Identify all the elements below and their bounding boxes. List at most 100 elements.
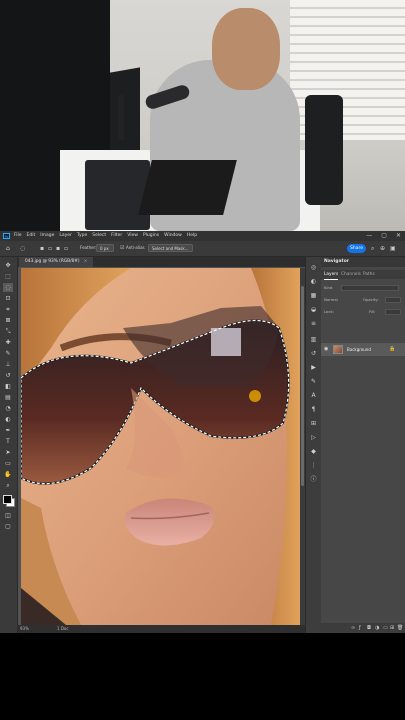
new-selection-icon[interactable]: ▪ xyxy=(40,245,44,252)
photoshop-window: Ps File Edit Image Layer Type Select Fil… xyxy=(0,231,405,633)
brushes-icon[interactable]: ✎ xyxy=(309,377,318,386)
fx-icon[interactable]: ƒ xyxy=(359,623,361,633)
eraser-icon[interactable]: ◧ xyxy=(3,382,13,391)
document-tab-bar: 043.jpg @ 93% (RGB/8#) × xyxy=(17,257,305,267)
fill-field[interactable] xyxy=(385,309,401,315)
close-tab-icon[interactable]: × xyxy=(84,259,88,264)
menu-type[interactable]: Type xyxy=(77,231,87,241)
select-and-mask-button[interactable]: Select and Mask... xyxy=(148,244,193,252)
menu-filter[interactable]: Filter xyxy=(111,231,122,241)
layer-filter-field[interactable] xyxy=(341,285,399,291)
antialias-checkbox[interactable]: ☑ xyxy=(120,245,124,252)
tools-panel: ✥ ⬚ ◌ ⊡ ⌗ ⊠ ⤡ ✚ ✎ ⊥ ↺ ◧ ▤ ◔ ◐ ✒ T ➤ ▭ ✋ … xyxy=(0,257,18,633)
link-icon[interactable]: ∞ xyxy=(351,623,355,633)
new-layer-icon[interactable]: ⊞ xyxy=(390,623,394,633)
glyphs-icon[interactable]: ⊞ xyxy=(309,419,318,428)
type-tool-icon[interactable]: T xyxy=(3,437,13,446)
search-icon[interactable]: ⌕ xyxy=(371,245,374,252)
patterns-icon[interactable]: ⋮ xyxy=(309,461,318,470)
menu-layer[interactable]: Layer xyxy=(59,231,72,241)
share-button[interactable]: Share xyxy=(347,244,366,253)
zoom-level[interactable]: 93% xyxy=(20,625,29,633)
info-icon[interactable]: ⓘ xyxy=(309,475,318,484)
quick-mask-icon[interactable]: ◫ xyxy=(3,511,13,520)
foreground-color-swatch[interactable] xyxy=(3,495,12,504)
brush-tool-icon[interactable]: ✎ xyxy=(3,349,13,358)
maximize-button[interactable]: ▢ xyxy=(381,231,387,241)
learn-icon[interactable]: ⊕ xyxy=(380,245,385,252)
lasso-icon[interactable]: ◌ xyxy=(20,245,25,252)
menu-image[interactable]: Image xyxy=(40,231,54,241)
lasso-tool-icon[interactable]: ◌ xyxy=(3,283,13,292)
opacity-field[interactable] xyxy=(385,297,401,303)
menu-edit[interactable]: Edit xyxy=(27,231,36,241)
crop-tool-icon[interactable]: ⌗ xyxy=(3,305,13,314)
dodge-tool-icon[interactable]: ◐ xyxy=(3,415,13,424)
opacity-label: Opacity: xyxy=(363,297,379,302)
timeline-icon[interactable]: ▷ xyxy=(309,433,318,442)
shapes-icon[interactable]: ◆ xyxy=(309,447,318,456)
scroll-thumb[interactable] xyxy=(301,286,304,486)
tab-paths[interactable]: Paths xyxy=(363,270,375,279)
eye-icon[interactable]: ◉ xyxy=(324,345,328,354)
home-icon[interactable]: ⌂ xyxy=(6,245,10,252)
add-selection-icon[interactable]: ▫ xyxy=(48,245,52,252)
paragraph-icon[interactable]: ¶ xyxy=(309,405,318,414)
history-icon[interactable]: ↺ xyxy=(309,349,318,358)
subtract-selection-icon[interactable]: ▪ xyxy=(56,245,60,252)
adjustment-icon[interactable]: ◑ xyxy=(375,623,379,633)
image-canvas[interactable] xyxy=(21,268,300,625)
navigator-title[interactable]: Navigator xyxy=(324,257,349,267)
tab-channels[interactable]: Channels xyxy=(341,270,361,279)
workspace-icon[interactable]: ▣ xyxy=(390,245,396,252)
window-controls: — ▢ ✕ xyxy=(366,231,401,241)
history-brush-icon[interactable]: ↺ xyxy=(3,371,13,380)
adjustments-icon[interactable]: ◒ xyxy=(309,305,318,314)
layer-row-background[interactable]: ◉ Background 🔒 xyxy=(321,343,405,356)
gradient-icon[interactable]: ▤ xyxy=(3,393,13,402)
minimize-button[interactable]: — xyxy=(366,231,372,241)
folder-icon[interactable]: ▭ xyxy=(383,623,388,633)
blend-mode-select[interactable]: Normal xyxy=(324,297,338,303)
mic-arm xyxy=(118,95,124,140)
pen-tool-icon[interactable]: ✒ xyxy=(3,426,13,435)
marquee-tool-icon[interactable]: ⬚ xyxy=(3,272,13,281)
shape-tool-icon[interactable]: ▭ xyxy=(3,459,13,468)
object-select-icon[interactable]: ⊡ xyxy=(3,294,13,303)
actions-icon[interactable]: ▶ xyxy=(309,363,318,372)
trash-icon[interactable]: 🗑 xyxy=(397,623,403,633)
menu-select[interactable]: Select xyxy=(92,231,106,241)
properties-icon[interactable]: ≡ xyxy=(309,319,318,328)
navigator-icon[interactable]: ◎ xyxy=(309,263,318,272)
libraries-icon[interactable]: ▥ xyxy=(309,335,318,344)
feather-input[interactable]: 0 px xyxy=(96,244,114,252)
character-icon[interactable]: A xyxy=(309,391,318,400)
blur-tool-icon[interactable]: ◔ xyxy=(3,404,13,413)
zoom-tool-icon[interactable]: ⌕ xyxy=(3,481,13,490)
lock-icon[interactable]: 🔒 xyxy=(389,343,395,356)
healing-brush-icon[interactable]: ✚ xyxy=(3,338,13,347)
webcam-video-region xyxy=(0,0,405,231)
menu-window[interactable]: Window xyxy=(164,231,182,241)
tab-layers[interactable]: Layers xyxy=(324,270,339,280)
screen-mode-icon[interactable]: ▢ xyxy=(3,522,13,531)
mask-icon[interactable]: ◘ xyxy=(367,623,371,633)
swatches-icon[interactable]: ▦ xyxy=(309,291,318,300)
close-window-button[interactable]: ✕ xyxy=(396,231,401,241)
menu-file[interactable]: File xyxy=(14,231,22,241)
document-tab[interactable]: 043.jpg @ 93% (RGB/8#) × xyxy=(19,257,94,267)
move-tool-icon[interactable]: ✥ xyxy=(3,261,13,270)
menu-help[interactable]: Help xyxy=(187,231,197,241)
menu-view[interactable]: View xyxy=(127,231,138,241)
eyedropper-icon[interactable]: ⤡ xyxy=(3,327,13,336)
path-select-icon[interactable]: ➤ xyxy=(3,448,13,457)
menu-plugins[interactable]: Plugins xyxy=(143,231,159,241)
hand-tool-icon[interactable]: ✋ xyxy=(3,470,13,479)
layer-filter-kind[interactable]: Kind xyxy=(324,285,332,291)
intersect-selection-icon[interactable]: ▫ xyxy=(64,245,68,252)
document-tab-title: 043.jpg @ 93% (RGB/8#) xyxy=(25,259,80,264)
clone-stamp-icon[interactable]: ⊥ xyxy=(3,360,13,369)
fill-label: Fill: xyxy=(369,309,376,314)
frame-tool-icon[interactable]: ⊠ xyxy=(3,316,13,325)
color-icon[interactable]: ◐ xyxy=(309,277,318,286)
